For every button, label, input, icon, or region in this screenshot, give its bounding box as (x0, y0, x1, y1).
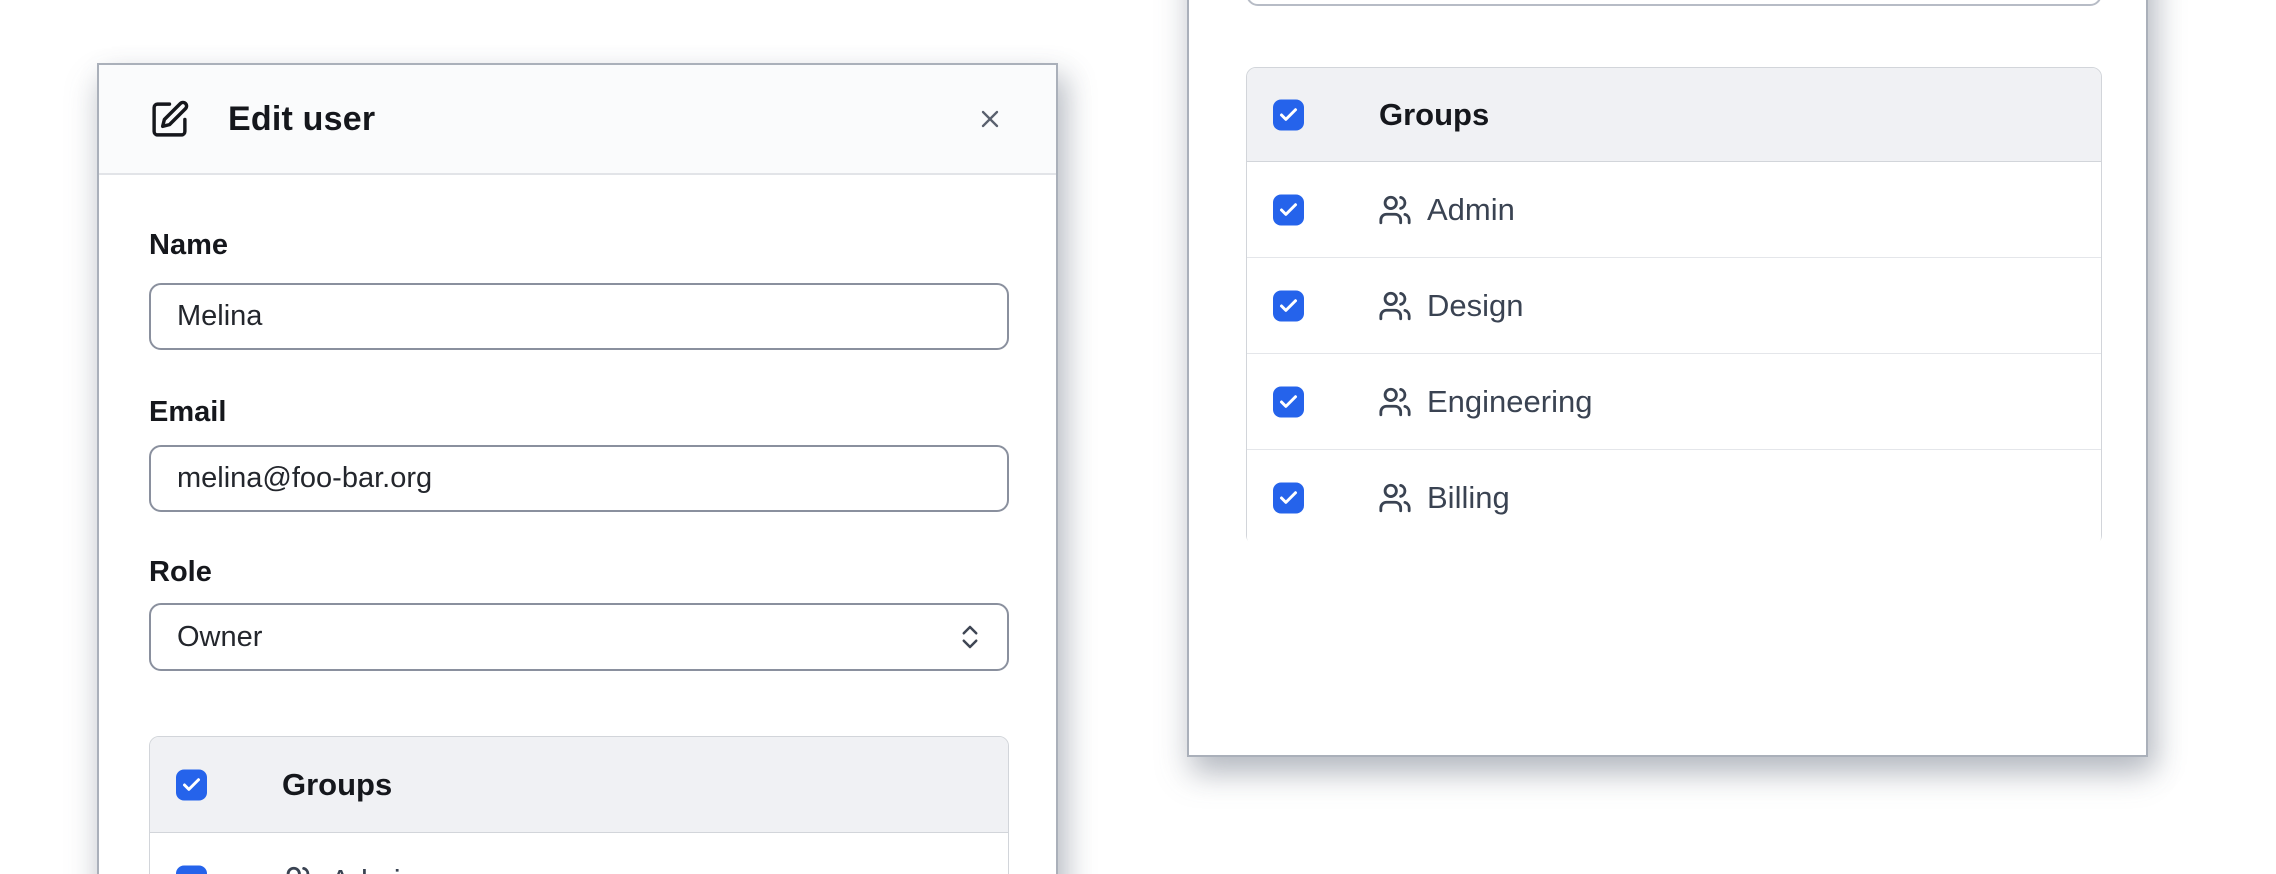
check-icon (181, 774, 202, 795)
dialog-header: Edit user (99, 65, 1056, 175)
group-row-label: Engineering (1427, 384, 1592, 420)
group-row-billing: Billing (1247, 450, 2101, 546)
group-row-design: Design (1247, 258, 2101, 354)
groups-table-header: Groups (150, 737, 1008, 833)
check-icon (1278, 488, 1299, 509)
email-input[interactable] (149, 445, 1009, 512)
groups-header-label: Groups (282, 767, 392, 803)
edit-icon (149, 99, 190, 140)
x-icon (976, 105, 1004, 133)
close-button[interactable] (970, 99, 1010, 139)
check-icon (1278, 391, 1299, 412)
group-row-label: Admin (1427, 192, 1515, 228)
group-row-engineering: Engineering (1247, 354, 2101, 450)
role-select[interactable]: Owner (149, 603, 1009, 671)
group-design-checkbox[interactable] (1273, 290, 1304, 321)
role-select-partial[interactable] (1246, 0, 2102, 6)
name-label: Name (149, 229, 228, 262)
groups-table: Groups Admin (1246, 67, 2102, 545)
email-label: Email (149, 396, 226, 429)
group-billing-checkbox[interactable] (1273, 483, 1304, 514)
chevrons-up-down-icon (955, 622, 985, 652)
groups-table: Groups Admin (149, 736, 1009, 874)
group-admin-checkbox[interactable] (176, 866, 207, 874)
check-icon (181, 871, 202, 874)
group-engineering-checkbox[interactable] (1273, 386, 1304, 417)
check-icon (1278, 104, 1299, 125)
group-row-label: Billing (1427, 480, 1510, 516)
users-icon (281, 864, 315, 874)
groups-select-all-checkbox[interactable] (1273, 99, 1304, 130)
users-icon (1378, 481, 1412, 515)
name-input[interactable] (149, 283, 1009, 350)
group-admin-checkbox[interactable] (1273, 194, 1304, 225)
role-select-value: Owner (177, 621, 262, 654)
dialog-title: Edit user (228, 100, 375, 139)
users-icon (1378, 385, 1412, 419)
group-row-admin: Admin (150, 833, 1008, 874)
page-background: Edit user Name Email Role Owner (0, 0, 2276, 874)
groups-select-all-checkbox[interactable] (176, 769, 207, 800)
group-row-label: Admin (330, 863, 418, 874)
group-row-label: Design (1427, 288, 1524, 324)
edit-user-dialog: Edit user Name Email Role Owner (97, 63, 1058, 874)
check-icon (1278, 295, 1299, 316)
users-icon (1378, 289, 1412, 323)
check-icon (1278, 199, 1299, 220)
group-row-admin: Admin (1247, 162, 2101, 258)
role-label: Role (149, 556, 212, 589)
edit-user-dialog-scrolled: Groups Admin (1187, 0, 2148, 757)
users-icon (1378, 193, 1412, 227)
groups-header-label: Groups (1379, 97, 1489, 133)
groups-table-header: Groups (1247, 68, 2101, 162)
